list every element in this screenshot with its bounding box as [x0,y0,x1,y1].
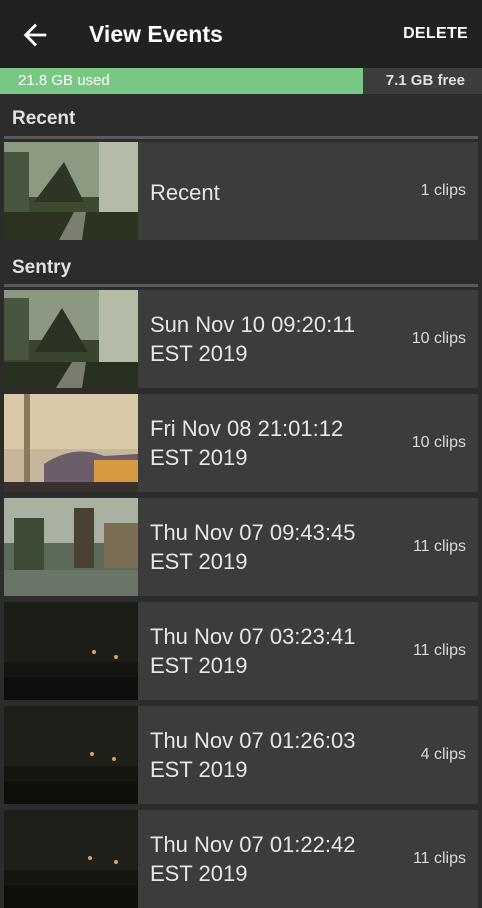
event-thumbnail [4,498,138,596]
section-divider [4,284,478,287]
event-thumbnail [4,142,138,240]
event-thumbnail [4,706,138,804]
clip-count: 11 clips [412,538,466,555]
event-datetime: Fri Nov 08 21:01:12 EST 2019 [150,416,344,470]
event-thumbnail [4,602,138,700]
delete-button[interactable]: DELETE [403,25,468,43]
storage-free: 7.1 GB free [385,72,465,89]
event-row[interactable]: Thu Nov 07 01:22:42 EST 2019 11 clips [4,810,478,908]
event-row[interactable]: Fri Nov 08 21:01:12 EST 2019 10 clips [4,394,478,492]
back-button[interactable] [18,18,52,52]
section-divider [4,136,478,139]
storage-used: 21.8 GB used [0,68,364,94]
clip-count: 1 clips [420,182,466,199]
storage-usage-bar: 21.8 GB used 7.1 GB free [0,68,482,94]
event-row[interactable]: Thu Nov 07 09:43:45 EST 2019 11 clips [4,498,478,596]
clip-count: 10 clips [411,330,466,347]
event-datetime: Thu Nov 07 09:43:45 EST 2019 [150,520,356,574]
event-thumbnail [4,394,138,492]
event-title: Recent [150,180,220,205]
event-row[interactable]: Thu Nov 07 03:23:41 EST 2019 11 clips [4,602,478,700]
event-datetime: Thu Nov 07 01:26:03 EST 2019 [150,728,356,782]
event-row[interactable]: Sun Nov 10 09:20:11 EST 2019 10 clips [4,290,478,388]
event-datetime: Thu Nov 07 01:22:42 EST 2019 [150,832,356,886]
event-row[interactable]: Thu Nov 07 01:26:03 EST 2019 4 clips [4,706,478,804]
event-thumbnail [4,810,138,908]
clip-count: 11 clips [412,642,466,659]
event-thumbnail [4,290,138,388]
page-title: View Events [89,21,223,47]
app-bar: View Events DELETE [0,0,482,68]
arrow-left-icon [23,23,47,47]
clip-count: 4 clips [420,746,466,763]
clip-count: 11 clips [412,850,466,867]
event-row-recent[interactable]: Recent 1 clips [4,142,478,240]
section-header-sentry: Sentry [12,257,72,278]
section-header-recent: Recent [12,108,76,129]
event-datetime: Thu Nov 07 03:23:41 EST 2019 [150,624,356,678]
event-datetime: Sun Nov 10 09:20:11 EST 2019 [150,312,356,366]
clip-count: 10 clips [411,434,466,451]
